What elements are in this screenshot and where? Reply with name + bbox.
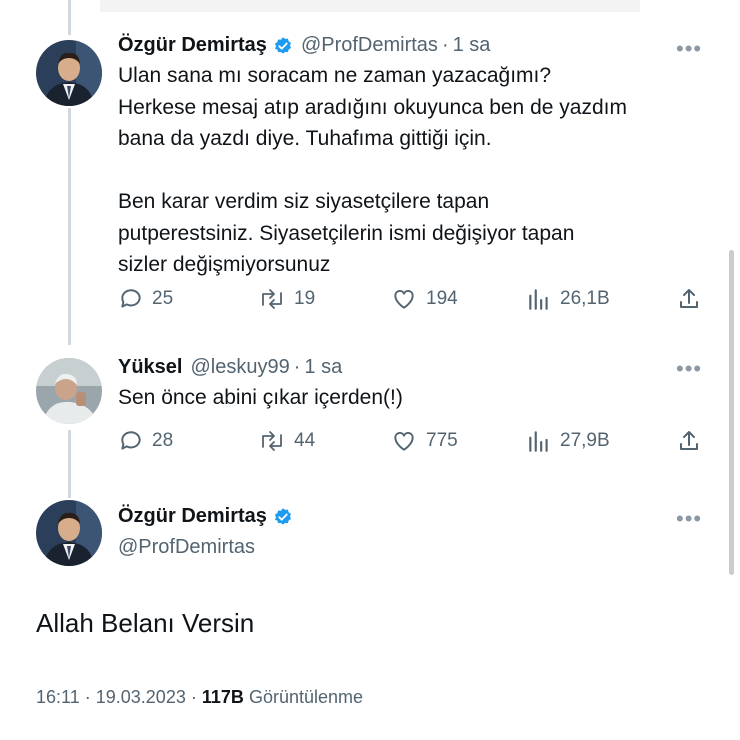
thread-line — [68, 0, 71, 35]
display-name[interactable]: Yüksel — [118, 356, 182, 379]
tweet-header: Özgür Demirtaş — [118, 505, 293, 528]
share-icon[interactable] — [677, 428, 701, 459]
previous-tweet-edge — [100, 0, 640, 12]
timestamp[interactable]: 1 sa — [453, 34, 491, 57]
separator-dot: · — [293, 356, 301, 378]
separator-dot: · — [441, 34, 449, 56]
user-handle[interactable]: @ProfDemirtas — [301, 34, 438, 57]
scrollbar[interactable] — [729, 250, 734, 575]
like-count: 775 — [426, 430, 458, 451]
retweet-icon — [262, 289, 282, 309]
thread-line — [68, 430, 71, 498]
tweet-metadata: 16:11 · 19.03.2023 · 117B Görüntülenme — [36, 687, 363, 708]
like-button[interactable]: 194 — [390, 286, 458, 312]
heart-icon — [394, 432, 414, 451]
more-options-icon[interactable]: ••• — [676, 358, 702, 380]
display-name[interactable]: Özgür Demirtaş — [118, 34, 267, 57]
views-chart-icon — [529, 289, 548, 310]
reply-count: 28 — [152, 430, 174, 451]
tweet-time[interactable]: 16:11 — [36, 687, 80, 707]
avatar[interactable] — [36, 358, 102, 424]
share-icon[interactable] — [677, 286, 701, 317]
user-handle[interactable]: @leskuy99 — [190, 356, 289, 379]
reply-button[interactable]: 28 — [118, 428, 173, 454]
tweet-text: Allah Belanı Versin — [36, 608, 255, 638]
separator-dot: · — [84, 687, 91, 707]
retweet-count: 19 — [294, 288, 316, 309]
view-count: 27,9B — [560, 430, 610, 451]
retweet-icon — [262, 431, 282, 451]
verified-badge-icon — [273, 36, 293, 56]
more-options-icon[interactable]: ••• — [676, 38, 702, 60]
view-count: 26,1B — [560, 288, 610, 309]
user-handle[interactable]: @ProfDemirtas — [118, 536, 255, 559]
views-label: Görüntülenme — [248, 687, 364, 707]
like-button[interactable]: 775 — [390, 428, 458, 454]
views-button[interactable]: 27,9B — [526, 428, 610, 454]
separator-dot: · — [190, 687, 197, 707]
tweet-text: Ulan sana mı soracam ne zaman yazacağımı… — [118, 64, 627, 276]
retweet-button[interactable]: 19 — [258, 286, 315, 312]
reply-button[interactable]: 25 — [118, 286, 173, 312]
avatar[interactable] — [36, 500, 102, 566]
retweet-button[interactable]: 44 — [258, 428, 315, 454]
reply-count: 25 — [152, 288, 174, 309]
tweet-header: Özgür Demirtaş @ProfDemirtas · 1 sa — [118, 34, 490, 57]
views-chart-icon — [529, 431, 548, 452]
retweet-count: 44 — [294, 430, 316, 451]
reply-icon — [121, 289, 141, 308]
more-options-icon[interactable]: ••• — [676, 508, 702, 530]
timestamp[interactable]: 1 sa — [304, 356, 342, 379]
heart-icon — [394, 290, 414, 309]
verified-badge-icon — [273, 507, 293, 527]
tweet-header: Yüksel @leskuy99 · 1 sa — [118, 356, 342, 379]
avatar[interactable] — [36, 40, 102, 106]
thread-line — [68, 108, 71, 345]
tweet-date[interactable]: 19.03.2023 — [96, 687, 186, 707]
reply-icon — [121, 431, 141, 450]
views-total: 117B — [201, 687, 244, 707]
views-button[interactable]: 26,1B — [526, 286, 610, 312]
display-name[interactable]: Özgür Demirtaş — [118, 505, 267, 528]
tweet-text: Sen önce abini çıkar içerden(!) — [118, 386, 403, 409]
like-count: 194 — [426, 288, 458, 309]
